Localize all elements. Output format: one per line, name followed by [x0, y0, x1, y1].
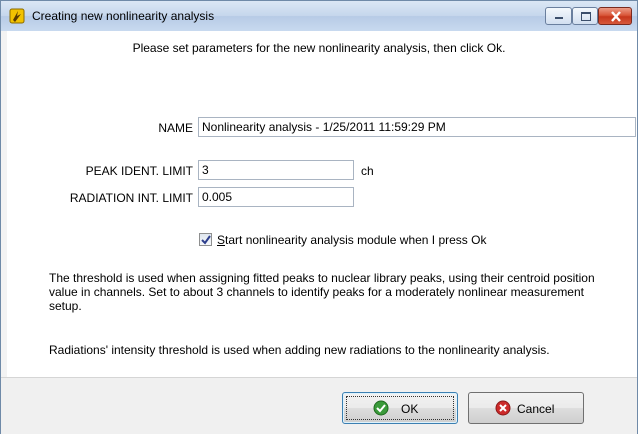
- instructions-text: Please set parameters for the new nonlin…: [132, 41, 506, 55]
- start-module-checkbox-label[interactable]: Start nonlinearity analysis module when …: [217, 233, 486, 247]
- cancel-x-circle-icon: [495, 400, 511, 416]
- lightning-wrench-icon: [9, 8, 25, 24]
- minimize-button[interactable]: [545, 7, 572, 25]
- maximize-button[interactable]: [572, 7, 598, 25]
- ok-button-label: OK: [401, 402, 419, 416]
- close-icon: [611, 11, 621, 22]
- radiation-int-limit-input[interactable]: [198, 187, 354, 207]
- start-module-checkbox[interactable]: [199, 233, 212, 246]
- cancel-button-label: Cancel: [517, 402, 555, 416]
- dialog-window: Creating new nonlinearity analysis Pleas…: [0, 0, 638, 434]
- peak-ident-unit: ch: [361, 164, 374, 178]
- left-edge-strip: [1, 31, 7, 377]
- window-title: Creating new nonlinearity analysis: [32, 9, 215, 23]
- check-circle-icon: [373, 400, 389, 416]
- peak-ident-limit-input[interactable]: [198, 160, 354, 180]
- title-bar[interactable]: Creating new nonlinearity analysis: [1, 1, 637, 31]
- name-input[interactable]: [198, 117, 636, 137]
- cancel-button[interactable]: Cancel: [468, 392, 584, 424]
- radiation-help-text: Radiations' intensity threshold is used …: [49, 343, 550, 357]
- minimize-icon: [555, 17, 563, 19]
- ok-button[interactable]: OK: [342, 392, 458, 424]
- focus-rectangle: [346, 396, 454, 420]
- threshold-help-text: The threshold is used when assigning fit…: [49, 271, 595, 313]
- close-button[interactable]: [598, 7, 632, 25]
- peak-ident-limit-label: PEAK IDENT. LIMIT: [85, 164, 193, 178]
- maximize-icon: [581, 12, 591, 21]
- name-label: NAME: [158, 121, 193, 135]
- checkmark-icon: [201, 235, 211, 245]
- radiation-int-limit-label: RADIATION INT. LIMIT: [69, 191, 193, 205]
